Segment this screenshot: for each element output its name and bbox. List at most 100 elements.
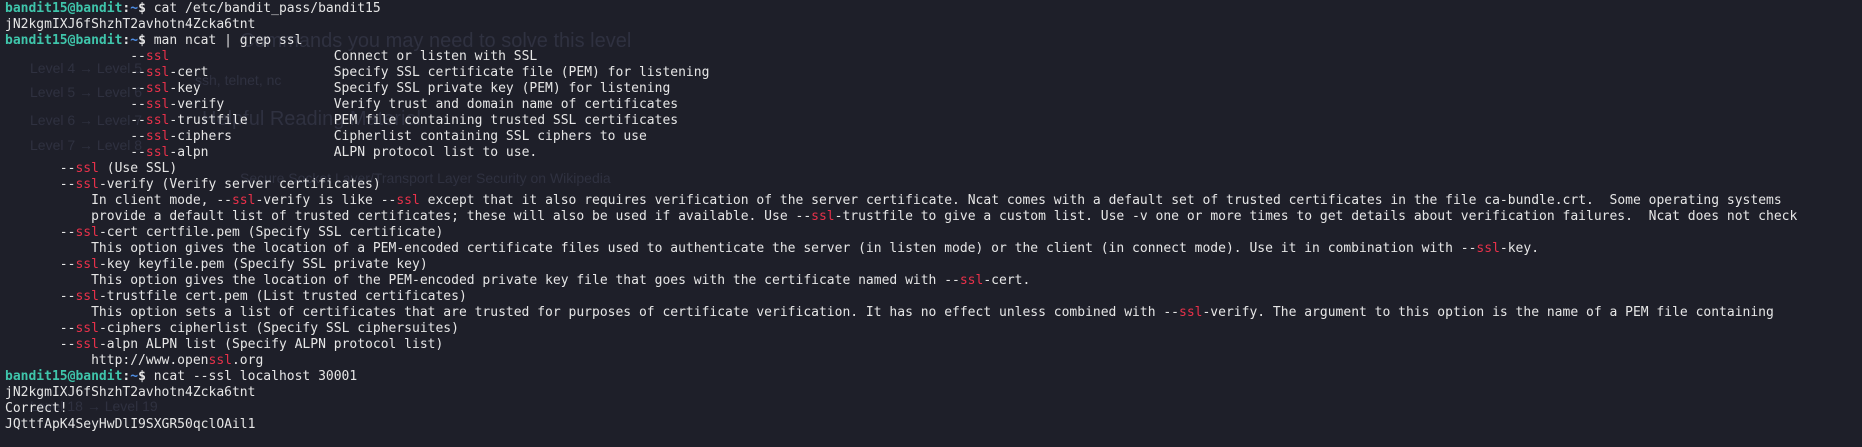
output-text: -- [5, 289, 76, 304]
output-text: -verify is like -- [255, 193, 397, 208]
output-text: -cert certfile.pem (Specify SSL certific… [98, 225, 444, 240]
output-text: -cert Specify SSL certificate file (PEM)… [169, 65, 710, 80]
grep-match-highlight: ssl [75, 321, 99, 336]
output-text: -trustfile cert.pem (List trusted certif… [98, 289, 467, 304]
output-text: Correct! [5, 401, 68, 416]
output-text: -- [5, 97, 146, 112]
prompt-path: ~ [130, 33, 139, 48]
grep-match-highlight: ssl [145, 145, 170, 160]
grep-match-highlight: ssl [1179, 305, 1203, 320]
output-line: JQttfApK4SeyHwDlI9SXGR50qclOAil1 [5, 417, 1862, 433]
output-text: -- [5, 49, 146, 64]
output-line: --ssl (Use SSL) [5, 161, 1862, 177]
output-line: --ssl-verify (Verify server certificates… [5, 177, 1862, 193]
output-text: JQttfApK4SeyHwDlI9SXGR50qclOAil1 [5, 417, 256, 432]
output-line: --ssl-alpn ALPN protocol list to use. [5, 145, 1862, 161]
grep-match-highlight: ssl [75, 337, 99, 352]
prompt-path: ~ [130, 1, 139, 16]
output-text: In client mode, -- [5, 193, 232, 208]
output-line: jN2kgmIXJ6fShzhT2avhotn4Zcka6tnt [5, 385, 1862, 401]
output-line: --ssl Connect or listen with SSL [5, 49, 1862, 65]
output-text: -alpn ALPN protocol list to use. [169, 145, 538, 160]
prompt-user: bandit15@bandit [5, 1, 123, 16]
grep-match-highlight: ssl [208, 353, 232, 368]
output-line: --ssl-alpn ALPN list (Specify ALPN proto… [5, 337, 1862, 353]
grep-match-highlight: ssl [231, 193, 256, 208]
output-line: --ssl-key keyfile.pem (Specify SSL priva… [5, 257, 1862, 273]
output-text: jN2kgmIXJ6fShzhT2avhotn4Zcka6tnt [5, 385, 256, 400]
grep-match-highlight: ssl [145, 65, 170, 80]
output-text: -- [5, 161, 76, 176]
output-line: --ssl-trustfile cert.pem (List trusted c… [5, 289, 1862, 305]
grep-match-highlight: ssl [145, 49, 170, 64]
output-text: -- [5, 65, 146, 80]
grep-match-highlight: ssl [75, 225, 99, 240]
output-text: -key. [1499, 241, 1540, 256]
output-text: This option gives the location of a PEM-… [5, 241, 1477, 256]
grep-match-highlight: ssl [75, 289, 99, 304]
grep-match-highlight: ssl [811, 209, 835, 224]
output-text: -ciphers Cipherlist containing SSL ciphe… [169, 129, 647, 144]
output-text: Connect or listen with SSL [169, 49, 538, 64]
output-line: In client mode, --ssl-verify is like --s… [5, 193, 1862, 209]
command-text: man ncat | grep ssl [153, 33, 303, 48]
output-line: Correct! [5, 401, 1862, 417]
output-text: -ciphers cipherlist (Specify SSL ciphers… [98, 321, 459, 336]
grep-match-highlight: ssl [145, 81, 170, 96]
output-text: -verify. The argument to this option is … [1202, 305, 1774, 320]
prompt-line: bandit15@bandit:~$ ncat --ssl localhost … [5, 369, 1862, 385]
output-text: provide a default list of trusted certif… [5, 209, 812, 224]
grep-match-highlight: ssl [145, 129, 170, 144]
grep-match-highlight: ssl [396, 193, 420, 208]
output-line: jN2kgmIXJ6fShzhT2avhotn4Zcka6tnt [5, 17, 1862, 33]
output-text: -- [5, 113, 146, 128]
command-text: cat /etc/bandit_pass/bandit15 [153, 1, 381, 16]
output-text: -- [5, 81, 146, 96]
prompt-symbol: $ [138, 1, 154, 16]
output-text: -cert. [983, 273, 1031, 288]
output-line: --ssl-verify Verify trust and domain nam… [5, 97, 1862, 113]
output-line: This option gives the location of the PE… [5, 273, 1862, 289]
output-text: -trustfile PEM file containing trusted S… [169, 113, 679, 128]
grep-match-highlight: ssl [1476, 241, 1500, 256]
output-line: http://www.openssl.org [5, 353, 1862, 369]
output-text: jN2kgmIXJ6fShzhT2avhotn4Zcka6tnt [5, 17, 256, 32]
output-line: --ssl-trustfile PEM file containing trus… [5, 113, 1862, 129]
grep-match-highlight: ssl [145, 113, 170, 128]
prompt-line: bandit15@bandit:~$ man ncat | grep ssl [5, 33, 1862, 49]
output-line: --ssl-cert Specify SSL certificate file … [5, 65, 1862, 81]
output-text: This option sets a list of certificates … [5, 305, 1179, 320]
prompt-symbol: $ [138, 369, 154, 384]
output-text: -- [5, 145, 146, 160]
output-text: http://www.open [5, 353, 209, 368]
output-text: -- [5, 321, 76, 336]
output-text: -- [5, 225, 76, 240]
terminal-window[interactable]: Commands you may need to solve this leve… [0, 0, 1862, 447]
output-text: .org [231, 353, 264, 368]
grep-match-highlight: ssl [75, 161, 99, 176]
output-text: -verify (Verify server certificates) [98, 177, 381, 192]
terminal-output: bandit15@bandit:~$ cat /etc/bandit_pass/… [5, 1, 1862, 433]
output-text: -- [5, 177, 76, 192]
grep-match-highlight: ssl [145, 97, 170, 112]
command-text: ncat --ssl localhost 30001 [153, 369, 358, 384]
grep-match-highlight: ssl [959, 273, 984, 288]
output-line: This option sets a list of certificates … [5, 305, 1862, 321]
output-line: provide a default list of trusted certif… [5, 209, 1862, 225]
output-text: -key keyfile.pem (Specify SSL private ke… [98, 257, 428, 272]
output-text: This option gives the location of the PE… [5, 273, 960, 288]
grep-match-highlight: ssl [75, 177, 99, 192]
output-text: -- [5, 337, 76, 352]
output-text: -- [5, 257, 76, 272]
output-line: --ssl-key Specify SSL private key (PEM) … [5, 81, 1862, 97]
output-text: except that it also requires verificatio… [419, 193, 1782, 208]
prompt-line: bandit15@bandit:~$ cat /etc/bandit_pass/… [5, 1, 1862, 17]
output-text: -trustfile to give a custom list. Use -v… [834, 209, 1798, 224]
grep-match-highlight: ssl [75, 257, 99, 272]
prompt-user: bandit15@bandit [5, 33, 123, 48]
output-text: -alpn ALPN list (Specify ALPN protocol l… [98, 337, 444, 352]
prompt-path: ~ [130, 369, 139, 384]
output-text: -- [5, 129, 146, 144]
prompt-symbol: $ [138, 33, 154, 48]
output-line: --ssl-cert certfile.pem (Specify SSL cer… [5, 225, 1862, 241]
